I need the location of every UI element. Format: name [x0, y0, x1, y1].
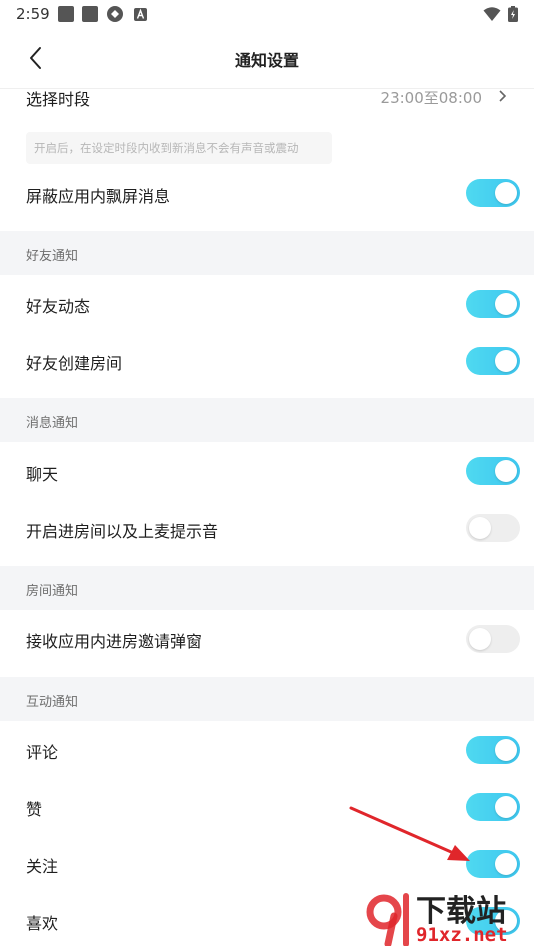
- setting-label: 好友动态: [26, 297, 91, 316]
- toggle-knob: [469, 628, 491, 650]
- comment-toggle[interactable]: [466, 736, 520, 764]
- section-header-message: 消息通知: [0, 398, 534, 442]
- chevron-right-icon: [499, 90, 507, 102]
- setting-row-friend-activity: 好友动态: [0, 275, 534, 332]
- block-floating-toggle[interactable]: [466, 179, 520, 207]
- watermark-logo-icon: [366, 893, 409, 946]
- toggle-knob: [495, 739, 517, 761]
- toggle-knob: [495, 350, 517, 372]
- setting-row-friend-create-room: 好友创建房间: [0, 332, 534, 389]
- watermark-domain: 91xz.net: [416, 924, 508, 946]
- room-invite-toggle[interactable]: [466, 625, 520, 653]
- setting-label: 好友创建房间: [26, 354, 123, 373]
- time-range-label: 选择时段: [26, 90, 91, 109]
- section-title: 消息通知: [26, 416, 79, 431]
- section-header-interaction: 互动通知: [0, 677, 534, 721]
- page-title: 通知设置: [234, 51, 299, 70]
- wifi-icon: [483, 7, 501, 21]
- toggle-knob: [469, 517, 491, 539]
- section-title: 互动通知: [26, 695, 79, 710]
- setting-label: 评论: [26, 743, 59, 762]
- app-logo-icon: [107, 6, 123, 22]
- setting-label: 屏蔽应用内飘屏消息: [26, 187, 171, 206]
- friend-create-room-toggle[interactable]: [466, 347, 520, 375]
- setting-label: 喜欢: [26, 914, 59, 933]
- watermark: 下载站 91xz.net: [356, 886, 534, 950]
- section-header-room: 房间通知: [0, 566, 534, 610]
- section-header-friend: 好友通知: [0, 231, 534, 275]
- a-badge-icon: [134, 8, 147, 21]
- time-range-row[interactable]: 选择时段 23:00至08:00: [0, 89, 534, 129]
- battery-icon: [508, 6, 518, 22]
- status-bar: 2:59: [0, 0, 534, 28]
- app-bar: 通知设置: [0, 28, 534, 89]
- annotation-arrow-icon: [349, 806, 470, 861]
- toggle-knob: [495, 796, 517, 818]
- toggle-knob: [495, 460, 517, 482]
- notification-square-icon: [58, 6, 74, 22]
- section-title: 好友通知: [26, 249, 79, 264]
- toggle-knob: [495, 293, 517, 315]
- setting-label: 聊天: [26, 465, 59, 484]
- section-title: 房间通知: [26, 584, 79, 599]
- setting-label: 接收应用内进房邀请弹窗: [26, 632, 203, 651]
- status-time: 2:59: [16, 5, 50, 23]
- setting-label: 赞: [26, 800, 43, 819]
- setting-label: 关注: [26, 857, 59, 876]
- room-sound-toggle[interactable]: [466, 514, 520, 542]
- time-range-value: 23:00至08:00: [380, 89, 482, 107]
- setting-row-chat: 聊天: [0, 442, 534, 499]
- friend-activity-toggle[interactable]: [466, 290, 520, 318]
- setting-row-room-sound: 开启进房间以及上麦提示音: [0, 499, 534, 556]
- do-not-disturb-hint: 开启后，在设定时段内收到新消息不会有声音或震动: [26, 132, 332, 164]
- toggle-knob: [495, 182, 517, 204]
- toggle-knob: [495, 853, 517, 875]
- block-floating-row: 屏蔽应用内飘屏消息: [0, 164, 534, 222]
- setting-row-comment: 评论: [0, 721, 534, 778]
- notification-square-icon: [82, 6, 98, 22]
- setting-row-room-invite: 接收应用内进房邀请弹窗: [0, 610, 534, 667]
- setting-label: 开启进房间以及上麦提示音: [26, 522, 219, 541]
- chat-toggle[interactable]: [466, 457, 520, 485]
